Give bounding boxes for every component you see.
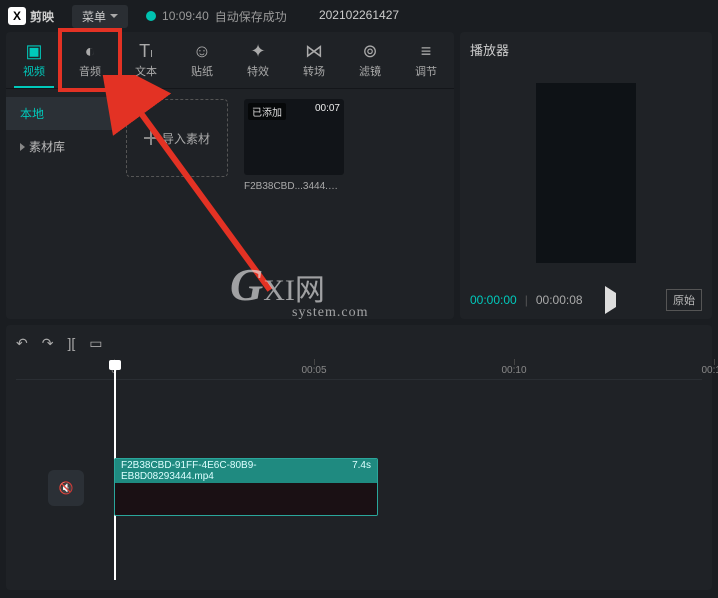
player-viewport[interactable]	[470, 65, 702, 281]
fx-icon: ✦	[250, 42, 265, 60]
status-ok-icon	[146, 11, 156, 21]
speaker-icon: 🔇	[59, 481, 74, 495]
project-name: 202102261427	[319, 8, 399, 22]
delete-button[interactable]: ▭	[89, 335, 102, 352]
media-grid: 导入素材 已添加 00:07 F2B38CBD...3444.mp4	[116, 89, 454, 319]
ruler-mark: 00:10	[501, 365, 526, 376]
timeline-clip[interactable]: F2B38CBD-91FF-4E6C-80B9-EB8D08293444.mp4…	[114, 458, 378, 516]
timeline-clip-name: F2B38CBD-91FF-4E6C-80B9-EB8D08293444.mp4	[121, 460, 344, 482]
triangle-right-icon	[20, 143, 25, 151]
logo-icon: X	[8, 7, 26, 25]
chevron-down-icon	[110, 14, 118, 18]
tab-text-label: 文本	[135, 63, 157, 79]
player-panel: 播放器 00:00:00 | 00:00:08 原始	[460, 32, 712, 319]
time-total: 00:00:08	[536, 293, 583, 307]
transition-icon: ⋈	[305, 42, 323, 60]
tab-sticker[interactable]: ☺ 贴纸	[174, 32, 230, 88]
app-name: 剪映	[30, 8, 54, 25]
text-icon: TI	[139, 42, 153, 60]
play-button[interactable]	[605, 293, 616, 307]
track-mute-button[interactable]: 🔇	[48, 470, 84, 506]
menu-dropdown[interactable]: 菜单	[72, 5, 128, 28]
tab-fx-label: 特效	[247, 63, 269, 79]
sidenav-library-label: 素材库	[29, 138, 65, 155]
tab-filter-label: 滤镜	[359, 63, 381, 79]
tab-audio-label: 音频	[79, 63, 101, 79]
redo-button[interactable]: ↷	[42, 335, 54, 352]
ruler-mark: 00:15	[701, 365, 718, 376]
tab-video-label: 视频	[23, 63, 45, 79]
tab-adjust[interactable]: ≡ 调节	[398, 32, 454, 88]
sidenav-library[interactable]: 素材库	[6, 130, 116, 163]
autosave-time: 10:09:40	[162, 9, 209, 23]
timeline-panel: ↶ ↷ ]​[ ▭ 0 00:05 00:10 00:15 🔇 F2B38CBD…	[6, 325, 712, 590]
audio-icon: ◐	[85, 42, 96, 60]
autosave-text: 自动保存成功	[215, 8, 287, 25]
media-panel: ▣ 视频 ◐ 音频 TI 文本 ☺ 贴纸 ✦ 特效 ⋈ 转场	[6, 32, 454, 319]
tab-transition[interactable]: ⋈ 转场	[286, 32, 342, 88]
timeline-clip-frames	[115, 483, 377, 516]
player-controls: 00:00:00 | 00:00:08 原始	[470, 281, 702, 311]
menu-label: 菜单	[82, 8, 106, 25]
sticker-icon: ☺	[193, 42, 211, 60]
timeline-tracks[interactable]: 🔇 F2B38CBD-91FF-4E6C-80B9-EB8D08293444.m…	[16, 379, 702, 580]
timeline-clip-header: F2B38CBD-91FF-4E6C-80B9-EB8D08293444.mp4…	[115, 459, 377, 483]
split-button[interactable]: ]​[	[67, 335, 75, 351]
import-media-button[interactable]: 导入素材	[126, 99, 228, 177]
timeline-toolbar: ↶ ↷ ]​[ ▭	[16, 331, 702, 355]
clip-filename: F2B38CBD...3444.mp4	[244, 181, 344, 192]
tab-video[interactable]: ▣ 视频	[6, 32, 62, 88]
added-badge: 已添加	[248, 103, 286, 120]
media-sidenav: 本地 素材库	[6, 89, 116, 319]
tab-transition-label: 转场	[303, 63, 325, 79]
ruler-mark: 00:05	[301, 365, 326, 376]
sidenav-local-label: 本地	[20, 105, 44, 122]
video-icon: ▣	[25, 42, 42, 60]
timeline-clip-duration: 7.4s	[352, 460, 371, 482]
clip-duration: 00:07	[315, 103, 340, 114]
play-icon	[605, 286, 616, 314]
undo-button[interactable]: ↶	[16, 335, 28, 352]
tab-text[interactable]: TI 文本	[118, 32, 174, 88]
tab-filter[interactable]: ⊚ 滤镜	[342, 32, 398, 88]
import-label: 导入素材	[162, 130, 210, 147]
adjust-icon: ≡	[421, 42, 432, 60]
tab-sticker-label: 贴纸	[191, 63, 213, 79]
category-tabs: ▣ 视频 ◐ 音频 TI 文本 ☺ 贴纸 ✦ 特效 ⋈ 转场	[6, 32, 454, 89]
media-clip[interactable]: 已添加 00:07 F2B38CBD...3444.mp4	[244, 99, 344, 309]
app-logo: X 剪映	[8, 7, 54, 25]
tab-fx[interactable]: ✦ 特效	[230, 32, 286, 88]
original-ratio-button[interactable]: 原始	[666, 289, 702, 311]
tab-adjust-label: 调节	[415, 63, 437, 79]
filter-icon: ⊚	[362, 42, 377, 60]
player-title: 播放器	[470, 40, 702, 59]
autosave-status: 10:09:40 自动保存成功	[146, 8, 287, 25]
tab-audio[interactable]: ◐ 音频	[62, 32, 118, 88]
title-bar: X 剪映 菜单 10:09:40 自动保存成功 202102261427	[0, 0, 718, 32]
video-preview	[536, 83, 636, 263]
time-current: 00:00:00	[470, 293, 517, 307]
clip-thumbnail: 已添加 00:07	[244, 99, 344, 175]
plus-icon	[144, 131, 158, 145]
sidenav-local[interactable]: 本地	[6, 97, 116, 130]
